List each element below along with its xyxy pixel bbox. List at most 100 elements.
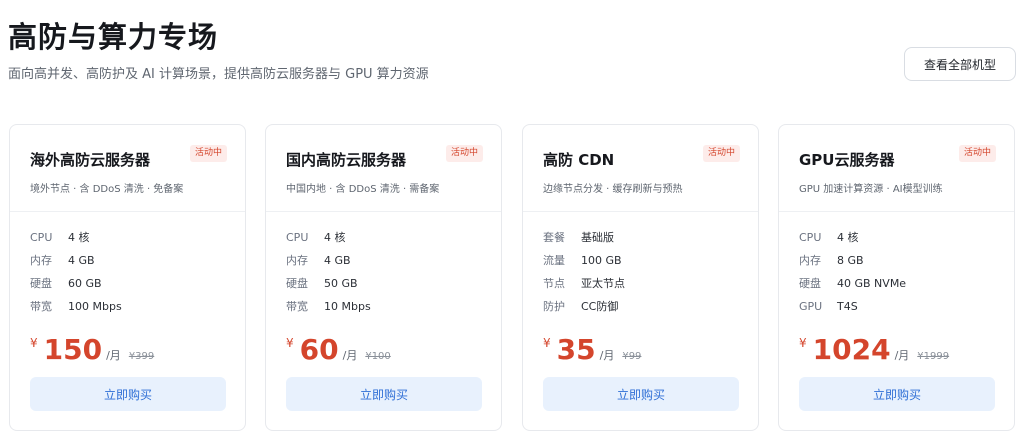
spec-label: 硬盘: [30, 277, 52, 290]
spec-value: 8 GB: [837, 254, 864, 267]
spec-row: CPU 4 核: [30, 229, 122, 252]
spec-row: 硬盘 50 GB: [286, 275, 371, 298]
card-ddos-cdn: 高防 CDN 活动中 边缘节点分发 · 缓存刷新与预热 套餐 基础版 流量 100 …: [522, 124, 759, 431]
spec-value: 100 GB: [581, 254, 622, 267]
card-description: 境外节点 · 含 DDoS 清洗 · 免备案: [30, 184, 184, 195]
spec-list: 套餐 基础版 流量 100 GB 节点 亚太节点 防护 CC防御: [543, 229, 625, 321]
card-header: 高防 CDN 活动中 边缘节点分发 · 缓存刷新与预热: [523, 125, 758, 212]
spec-label: 内存: [30, 254, 52, 267]
spec-label: CPU: [286, 231, 309, 244]
spec-value: 40 GB NVMe: [837, 277, 907, 290]
price-line: ¥1024/月 ¥1999: [799, 333, 949, 369]
buy-now-button[interactable]: 立即购买: [286, 377, 482, 411]
spec-value: 4 核: [324, 231, 346, 244]
spec-label: 流量: [543, 254, 565, 267]
buy-now-button[interactable]: 立即购买: [543, 377, 739, 411]
spec-label: 内存: [799, 254, 821, 267]
spec-label: GPU: [799, 300, 823, 313]
price-value: 35: [556, 333, 596, 366]
page-title: 高防与算力专场: [8, 20, 219, 54]
status-badge: 活动中: [189, 145, 227, 162]
spec-value: 4 核: [68, 231, 90, 244]
spec-row: 节点 亚太节点: [543, 275, 625, 298]
card-description: 中国内地 · 含 DDoS 清洗 · 需备案: [286, 184, 440, 195]
buy-now-button[interactable]: 立即购买: [799, 377, 995, 411]
spec-list: CPU 4 核 内存 4 GB 硬盘 60 GB 带宽 100 Mbps: [30, 229, 122, 321]
original-price: ¥100: [365, 351, 391, 362]
status-badge: 活动中: [445, 145, 483, 162]
spec-row: 套餐 基础版: [543, 229, 625, 252]
spec-value: 基础版: [581, 231, 614, 244]
view-all-models-button[interactable]: 查看全部机型: [904, 47, 1016, 81]
price-value: 1024: [812, 333, 891, 366]
currency-symbol: ¥: [543, 336, 551, 350]
spec-list: CPU 4 核 内存 4 GB 硬盘 50 GB 带宽 10 Mbps: [286, 229, 371, 321]
spec-row: 带宽 10 Mbps: [286, 298, 371, 321]
currency-symbol: ¥: [286, 336, 294, 350]
price-line: ¥60/月 ¥100: [286, 333, 391, 369]
original-price: ¥99: [622, 351, 642, 362]
spec-label: 硬盘: [286, 277, 308, 290]
spec-value: 50 GB: [324, 277, 358, 290]
card-header: 国内高防云服务器 活动中 中国内地 · 含 DDoS 清洗 · 需备案: [266, 125, 501, 212]
card-title: 高防 CDN: [543, 151, 615, 169]
status-badge: 活动中: [958, 145, 996, 162]
spec-row: 硬盘 60 GB: [30, 275, 122, 298]
spec-value: 4 GB: [68, 254, 95, 267]
spec-value: 60 GB: [68, 277, 102, 290]
spec-row: 硬盘 40 GB NVMe: [799, 275, 906, 298]
price-value: 60: [299, 333, 339, 366]
spec-label: CPU: [799, 231, 822, 244]
card-gpu-server: GPU云服务器 活动中 GPU 加速计算资源 · AI模型训练 CPU 4 核 内…: [778, 124, 1015, 431]
spec-label: 防护: [543, 300, 565, 313]
spec-label: 套餐: [543, 231, 565, 244]
card-title: 海外高防云服务器: [30, 151, 151, 169]
spec-label: CPU: [30, 231, 53, 244]
spec-value: 100 Mbps: [68, 300, 122, 313]
spec-value: 10 Mbps: [324, 300, 371, 313]
buy-now-button[interactable]: 立即购买: [30, 377, 226, 411]
spec-row: 防护 CC防御: [543, 298, 625, 321]
spec-list: CPU 4 核 内存 8 GB 硬盘 40 GB NVMe GPU T4S: [799, 229, 906, 321]
card-header: GPU云服务器 活动中 GPU 加速计算资源 · AI模型训练: [779, 125, 1014, 212]
price-value: 150: [43, 333, 103, 366]
price-unit: /月: [342, 349, 358, 362]
spec-value: 亚太节点: [581, 277, 625, 290]
original-price: ¥1999: [917, 351, 950, 362]
price-unit: /月: [106, 349, 121, 362]
spec-label: 节点: [543, 277, 565, 290]
currency-symbol: ¥: [30, 336, 38, 350]
spec-row: 带宽 100 Mbps: [30, 298, 122, 321]
page-subtitle: 面向高并发、高防护及 AI 计算场景，提供高防云服务器与 GPU 算力资源: [8, 67, 429, 82]
spec-label: 带宽: [30, 300, 52, 313]
spec-value: CC防御: [581, 300, 619, 313]
card-domestic-ddos-server: 国内高防云服务器 活动中 中国内地 · 含 DDoS 清洗 · 需备案 CPU 4…: [265, 124, 502, 431]
status-badge: 活动中: [702, 145, 740, 162]
price-line: ¥150/月 ¥399: [30, 333, 154, 369]
card-title: GPU云服务器: [799, 151, 895, 169]
spec-row: CPU 4 核: [286, 229, 371, 252]
spec-value: 4 核: [837, 231, 859, 244]
spec-label: 内存: [286, 254, 308, 267]
spec-row: CPU 4 核: [799, 229, 906, 252]
spec-row: 内存 4 GB: [30, 252, 122, 275]
spec-row: 内存 4 GB: [286, 252, 371, 275]
spec-row: GPU T4S: [799, 298, 906, 321]
spec-value: 4 GB: [324, 254, 351, 267]
price-unit: /月: [894, 349, 910, 362]
card-header: 海外高防云服务器 活动中 境外节点 · 含 DDoS 清洗 · 免备案: [10, 125, 245, 212]
spec-label: 带宽: [286, 300, 308, 313]
card-title: 国内高防云服务器: [286, 151, 407, 169]
spec-row: 内存 8 GB: [799, 252, 906, 275]
original-price: ¥399: [128, 351, 155, 362]
card-description: 边缘节点分发 · 缓存刷新与预热: [543, 184, 683, 195]
price-unit: /月: [599, 349, 615, 362]
currency-symbol: ¥: [799, 336, 807, 350]
product-card-list: 海外高防云服务器 活动中 境外节点 · 含 DDoS 清洗 · 免备案 CPU 4…: [9, 124, 1016, 432]
spec-label: 硬盘: [799, 277, 821, 290]
price-line: ¥35/月 ¥99: [543, 333, 641, 369]
spec-value: T4S: [837, 300, 858, 313]
promo-page: 高防与算力专场 面向高并发、高防护及 AI 计算场景，提供高防云服务器与 GPU…: [0, 0, 1024, 440]
card-description: GPU 加速计算资源 · AI模型训练: [799, 184, 943, 195]
spec-row: 流量 100 GB: [543, 252, 625, 275]
